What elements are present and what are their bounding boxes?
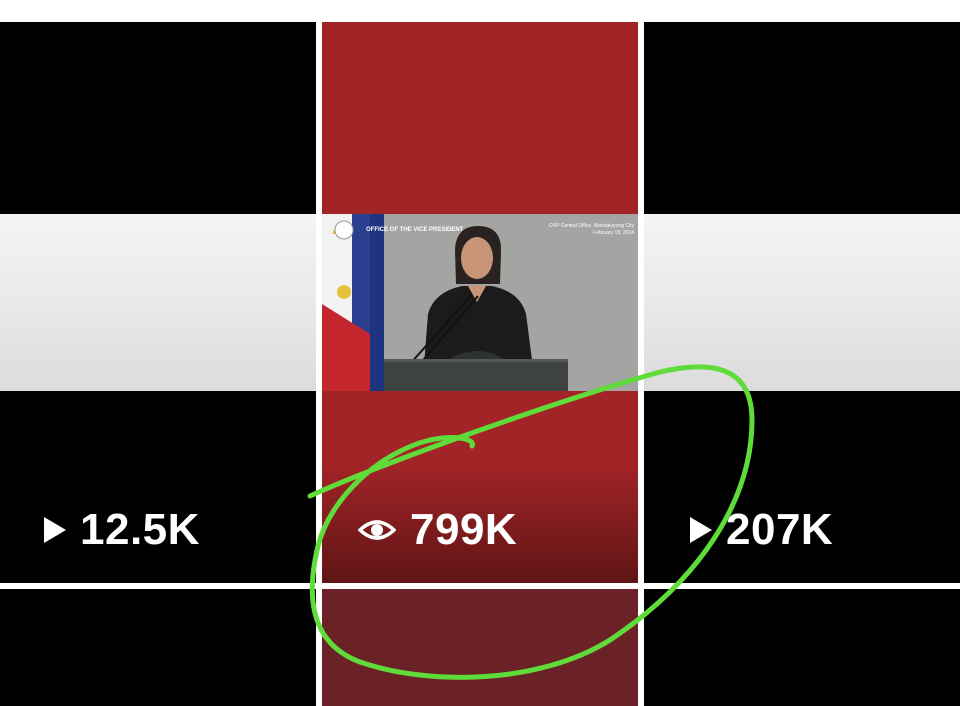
video-thumbnail-light (0, 214, 316, 391)
video-thumbnail: OFFICE OF THE VICE PRESIDENT OVP Central… (322, 214, 638, 391)
video-tile[interactable] (0, 589, 316, 706)
video-tile[interactable]: 207K (644, 22, 960, 583)
video-tile[interactable] (322, 589, 638, 706)
press-briefing-image (322, 214, 638, 391)
play-count: 207K (690, 502, 833, 558)
video-tile[interactable] (644, 589, 960, 706)
video-tile-highlighted[interactable]: OFFICE OF THE VICE PRESIDENT OVP Central… (322, 22, 638, 583)
play-icon (44, 517, 66, 543)
play-count-text: 207K (726, 505, 834, 554)
view-count: 799K (358, 502, 517, 558)
video-tile[interactable]: 12.5K (0, 22, 316, 583)
view-count-text: 799K (410, 505, 518, 554)
play-count-text: 12.5K (80, 505, 200, 554)
video-grid: 12.5K OFFICE OF THE VICE PRESIDENT OVP C… (0, 0, 960, 706)
video-thumbnail-light (644, 214, 960, 391)
org-label: OFFICE OF THE VICE PRESIDENT (366, 227, 464, 233)
caption-line-1: OVP Central Office, Mandaluyong City (548, 223, 634, 229)
play-icon (690, 517, 712, 543)
caption-line-2: February 18, 2024 (593, 230, 634, 236)
play-count: 12.5K (44, 502, 200, 558)
eye-icon (358, 520, 396, 540)
